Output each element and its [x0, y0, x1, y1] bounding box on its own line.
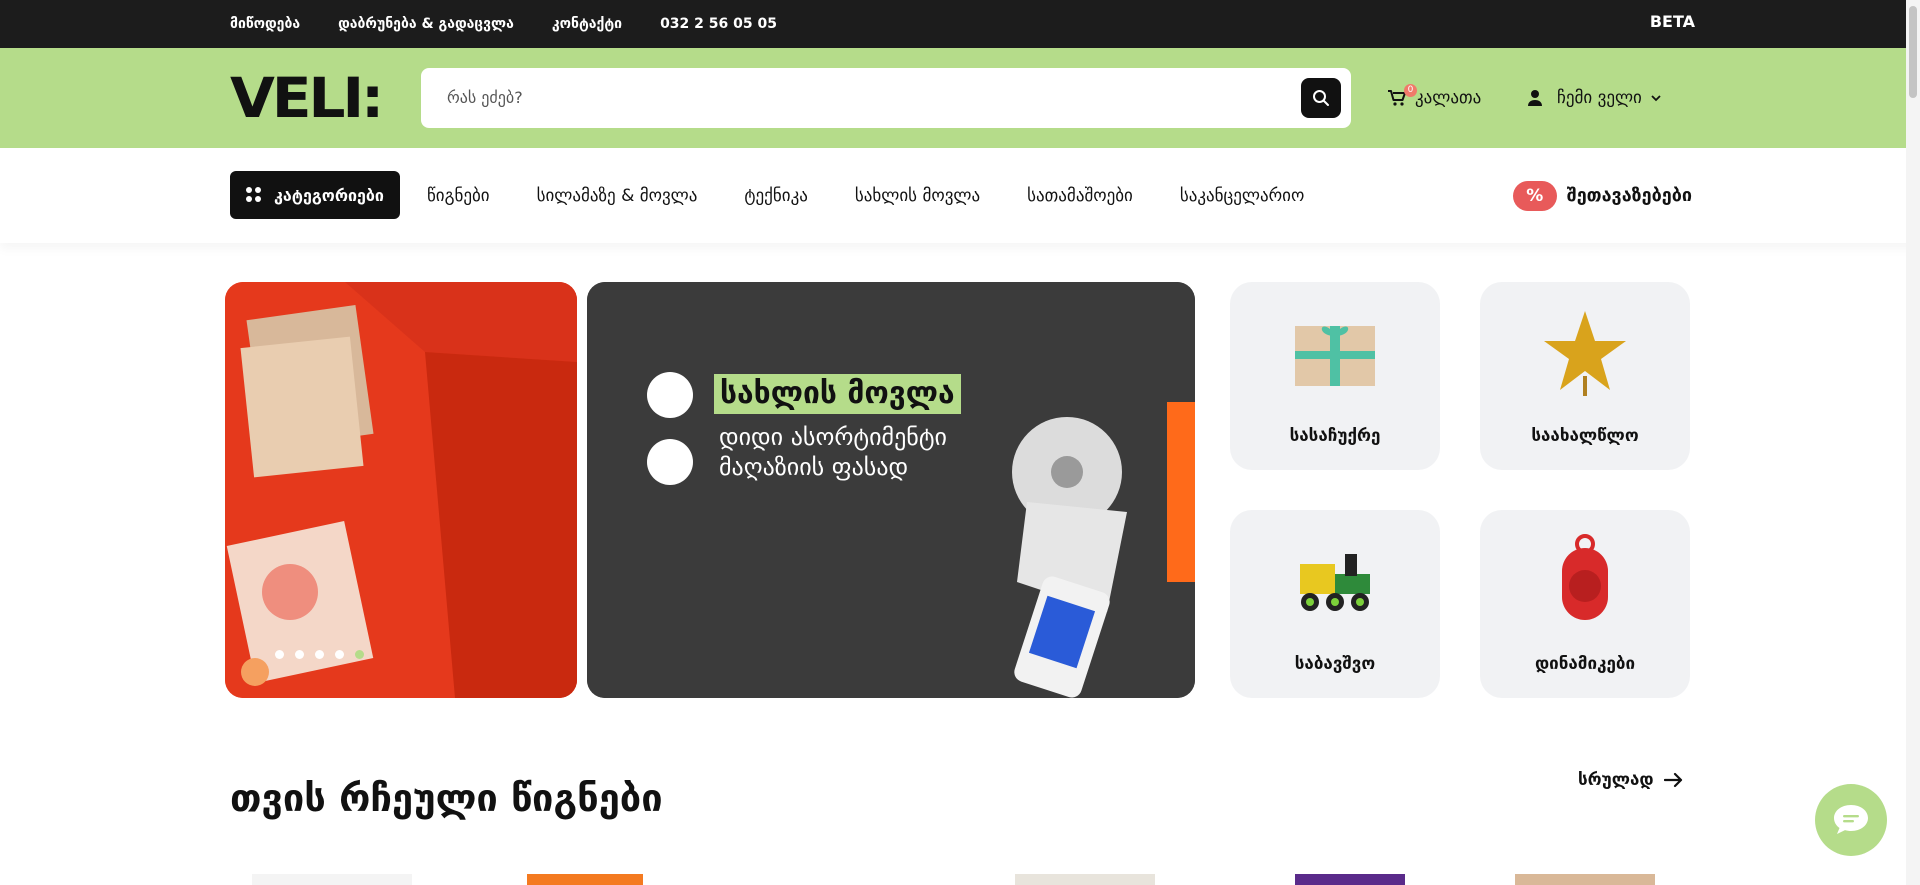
- percent-icon: %: [1512, 180, 1557, 211]
- nav-item-stationery[interactable]: საკანცელარიო: [1180, 186, 1304, 206]
- category-nav: კატეგორიები წიგნები სილამაზე & მოვლა ტექ…: [0, 148, 1920, 243]
- section-title: თვის რჩეული წიგნები: [230, 776, 663, 820]
- carousel-dot[interactable]: [275, 650, 284, 659]
- carousel-dot[interactable]: [315, 650, 324, 659]
- nav-item-tech[interactable]: ტექნიკა: [744, 186, 807, 206]
- header: VELI: რას ეძებ? 0 კალათა ჩემი ველი: [0, 48, 1920, 148]
- banner-home-care[interactable]: სახლის მოვლა დიდი ასორტიმენტი მაღაზიის ფ…: [587, 282, 1195, 698]
- account-label: ჩემი ველი: [1557, 88, 1642, 108]
- chat-button[interactable]: [1815, 784, 1887, 856]
- arrow-right-icon: [1663, 772, 1682, 788]
- top-link-contact[interactable]: კონტაქტი: [552, 16, 622, 32]
- book-thumbnail[interactable]: [1515, 874, 1655, 885]
- user-icon: [1528, 90, 1542, 106]
- tile-speakers[interactable]: დინამიკები: [1480, 510, 1690, 698]
- top-bar: მიწოდება დაბრუნება & გადაცვლა კონტაქტი 0…: [0, 0, 1920, 48]
- search-bar: რას ეძებ?: [421, 68, 1351, 128]
- scrollbar[interactable]: [1906, 0, 1920, 885]
- star-icon: [1544, 311, 1626, 396]
- search-input[interactable]: რას ეძებ?: [447, 68, 523, 128]
- nav-item-beauty[interactable]: სილამაზე & მოვლა: [537, 186, 698, 206]
- offers-link[interactable]: % შეთავაზებები: [1512, 148, 1692, 243]
- banner-bullet: [647, 439, 693, 485]
- top-links: მიწოდება დაბრუნება & გადაცვლა კონტაქტი 0…: [230, 0, 815, 48]
- speaker-icon: [1562, 534, 1608, 620]
- banner-books-image[interactable]: [225, 282, 577, 698]
- top-link-delivery[interactable]: მიწოდება: [230, 16, 300, 32]
- top-phone[interactable]: 032 2 56 05 05: [660, 16, 777, 32]
- categories-button[interactable]: კატეგორიები: [230, 171, 400, 219]
- chat-icon: [1834, 805, 1868, 834]
- book-thumbnail[interactable]: [527, 874, 643, 885]
- toy-train-icon: [1300, 554, 1370, 611]
- cleaning-products-illustration: [587, 282, 1195, 698]
- book-thumbnail[interactable]: [1295, 874, 1405, 885]
- carousel-dot[interactable]: [295, 650, 304, 659]
- carousel-dots: [275, 650, 375, 659]
- search-icon: [1313, 90, 1329, 106]
- nav-items: წიგნები სილამაზე & მოვლა ტექნიკა სახლის …: [427, 148, 1351, 243]
- banner-bullet: [647, 372, 693, 418]
- offers-label: შეთავაზებები: [1566, 185, 1692, 206]
- cart-label: კალათა: [1415, 88, 1482, 108]
- nav-item-home-care[interactable]: სახლის მოვლა: [855, 186, 980, 206]
- tile-label: საბავშვო: [1294, 654, 1376, 674]
- book-thumbnail[interactable]: [252, 874, 412, 885]
- books-illustration: [225, 282, 577, 698]
- tile-kids[interactable]: საბავშვო: [1230, 510, 1440, 698]
- banner-subtitle-2: მაღაზიის ფასად: [719, 453, 909, 481]
- tile-label: დინამიკები: [1534, 654, 1636, 674]
- logo[interactable]: VELI:: [230, 70, 384, 125]
- book-thumbnail[interactable]: [1015, 874, 1155, 885]
- banner-title: სახლის მოვლა: [714, 374, 961, 414]
- cart-button[interactable]: 0 კალათა: [1387, 48, 1481, 148]
- tile-label: სასაჩუქრე: [1289, 426, 1381, 446]
- scrollbar-thumb[interactable]: [1909, 6, 1917, 98]
- categories-label: კატეგორიები: [274, 185, 384, 205]
- top-link-returns[interactable]: დაბრუნება & გადაცვლა: [338, 16, 514, 32]
- cart-count-badge: 0: [1404, 84, 1417, 97]
- carousel-dot-active[interactable]: [355, 650, 364, 659]
- nav-item-toys[interactable]: სათამაშოები: [1027, 186, 1133, 206]
- gift-box-icon: [1295, 326, 1375, 386]
- chevron-down-icon: [1651, 95, 1661, 102]
- tile-label: საახალწლო: [1531, 426, 1639, 446]
- nav-item-books[interactable]: წიგნები: [427, 186, 490, 206]
- grid-icon: [246, 187, 262, 203]
- tile-new-year[interactable]: საახალწლო: [1480, 282, 1690, 470]
- account-menu[interactable]: ჩემი ველი: [1527, 48, 1662, 148]
- tile-gifts[interactable]: სასაჩუქრე: [1230, 282, 1440, 470]
- carousel-dot[interactable]: [335, 650, 344, 659]
- see-all-link[interactable]: სრულად: [1578, 770, 1684, 790]
- beta-badge: BETA: [1649, 12, 1695, 31]
- banner-subtitle-1: დიდი ასორტიმენტი: [719, 423, 947, 451]
- search-button[interactable]: [1301, 78, 1341, 118]
- see-all-label: სრულად: [1578, 770, 1654, 790]
